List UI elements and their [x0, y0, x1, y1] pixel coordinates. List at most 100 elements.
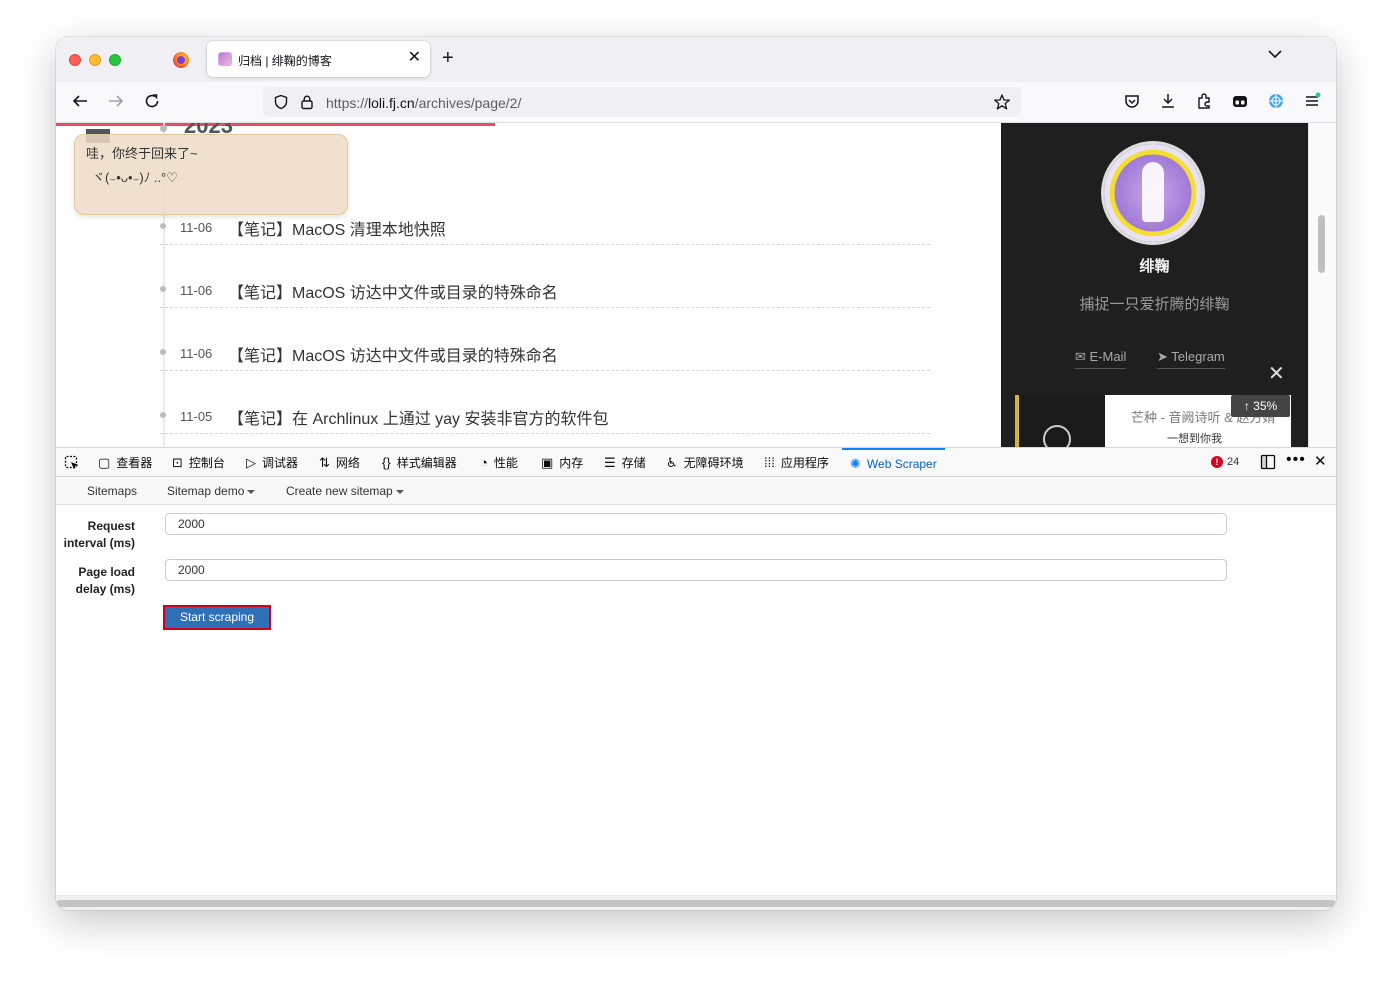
start-scraping-button[interactable]: Start scraping: [163, 605, 271, 630]
post-title-link[interactable]: 【笔记】MacOS 访达中文件或目录的特殊命名: [228, 342, 558, 366]
tab-web-scraper[interactable]: ✺ Web Scraper: [842, 448, 945, 477]
tab-style-editor[interactable]: {} 样式编辑器: [382, 448, 457, 477]
list-all-tabs-button[interactable]: [1268, 49, 1282, 59]
post-dot: [160, 223, 166, 229]
pocket-button[interactable]: [1123, 92, 1141, 110]
tab-network[interactable]: ⇅ 网络: [319, 448, 360, 477]
web-scraper-nav: Sitemaps Sitemap demo Create new sitemap: [56, 477, 1336, 505]
reload-icon: [145, 94, 159, 108]
maximize-window-button[interactable]: [109, 54, 121, 66]
telegram-link[interactable]: ➤ Telegram: [1157, 349, 1225, 369]
page-scrollbar[interactable]: [1308, 123, 1336, 447]
post-dot: [160, 349, 166, 355]
devtools-horizontal-scrollbar[interactable]: [56, 895, 1336, 910]
network-icon: ⇅: [319, 454, 330, 470]
close-window-button[interactable]: [69, 54, 81, 66]
hamburger-menu-icon: [1306, 92, 1321, 106]
more-options-icon[interactable]: •••: [1286, 452, 1306, 468]
telegram-icon: ➤: [1157, 349, 1172, 364]
year-dot: [160, 125, 167, 132]
back-button[interactable]: [71, 92, 89, 110]
tab-console[interactable]: ⊡ 控制台: [172, 448, 225, 477]
tab-memory[interactable]: ▣ 内存: [541, 448, 583, 477]
arrow-right-icon: [109, 95, 124, 107]
tab-title: 归档 | 绯鞠的博客: [238, 54, 332, 68]
navigation-toolbar: https://loli.fj.cn/archives/page/2/: [56, 82, 1336, 123]
post-title-link[interactable]: 【笔记】MacOS 访达中文件或目录的特殊命名: [228, 279, 558, 303]
spider-web-icon: [1269, 94, 1283, 108]
email-link[interactable]: ✉ E-Mail: [1075, 349, 1127, 369]
archive-post-item[interactable]: 11-06 【笔记】MacOS 访达中文件或目录的特殊命名: [160, 277, 930, 308]
tab-accessibility[interactable]: ♿ 无障碍环境: [666, 448, 744, 477]
scrape-form: Request interval (ms) 2000 Page load del…: [56, 505, 1336, 895]
minimize-window-button[interactable]: [89, 54, 101, 66]
request-interval-input[interactable]: 2000: [165, 513, 1227, 535]
forward-button[interactable]: [107, 92, 125, 110]
avatar: [1104, 144, 1202, 242]
web-scraper-extension-button[interactable]: [1267, 92, 1285, 110]
shield-icon[interactable]: [273, 94, 289, 110]
download-icon: [1162, 94, 1174, 108]
mascot-speech-bubble: 哇，你终于回来了~ ヾ(₋•ᴗ•₋)ﾉ ..°♡: [74, 134, 348, 215]
post-dot: [160, 412, 166, 418]
page-load-delay-input[interactable]: 2000: [165, 559, 1227, 581]
url-text[interactable]: https://loli.fj.cn/archives/page/2/: [326, 95, 521, 111]
new-tab-button[interactable]: +: [442, 48, 454, 68]
tab-close-icon[interactable]: ✕: [408, 49, 421, 67]
back-to-top-button[interactable]: ↑ 35%: [1231, 395, 1290, 417]
downloads-button[interactable]: [1159, 92, 1177, 110]
arrow-up-icon: ↑: [1243, 399, 1254, 413]
post-dot: [160, 286, 166, 292]
tab-debugger[interactable]: ▷ 调试器: [246, 448, 298, 477]
archive-post-item[interactable]: 11-06 【笔记】MacOS 清理本地快照: [160, 214, 930, 245]
bookmark-star-icon[interactable]: [993, 93, 1011, 111]
memory-chip-icon: ▣: [541, 454, 554, 470]
app-grid-icon: ⁞⁞⁞: [764, 455, 775, 470]
gauge-icon: ◔: [480, 455, 488, 470]
nav-sitemaps[interactable]: Sitemaps: [87, 484, 137, 498]
close-devtools-icon[interactable]: ✕: [1314, 454, 1327, 470]
pocket-icon: [1125, 95, 1139, 108]
post-date: 11-06: [180, 220, 213, 235]
url-bar[interactable]: https://loli.fj.cn/archives/page/2/: [263, 87, 1021, 117]
extensions-button[interactable]: [1195, 92, 1213, 110]
profile-name: 绯鞠: [1139, 258, 1170, 275]
error-icon: !: [1211, 456, 1223, 468]
lock-icon[interactable]: [300, 94, 314, 110]
dock-side-icon: [1260, 454, 1276, 470]
album-cover: [1015, 395, 1105, 447]
accessibility-icon: ♿: [666, 454, 678, 470]
nav-sitemap-demo-dropdown[interactable]: Sitemap demo: [167, 484, 256, 498]
archive-post-item[interactable]: 11-05 【笔记】在 Archlinux 上通过 yay 安装非官方的软件包: [160, 403, 930, 434]
tab-application[interactable]: ⁞⁞⁞ 应用程序: [764, 448, 829, 477]
app-menu-button[interactable]: [1303, 92, 1321, 110]
archive-post-item[interactable]: 11-06 【笔记】MacOS 访达中文件或目录的特殊命名: [160, 340, 930, 371]
spider-web-icon: ✺: [850, 455, 861, 471]
tab-performance[interactable]: ◔ 性能: [480, 448, 518, 477]
braces-icon: {}: [382, 455, 391, 470]
post-title-link[interactable]: 【笔记】MacOS 清理本地快照: [228, 216, 446, 240]
horizontal-scrollbar-thumb[interactable]: [56, 900, 1336, 907]
element-picker-icon: [64, 455, 79, 469]
devtools-toolbar: ▢ 查看器 ⊡ 控制台 ▷ 调试器 ⇅ 网络 {} 样式编辑器 ◔ 性能 ▣ 内存 ☰ 存储 ♿…: [56, 447, 1336, 477]
firefox-view-icon[interactable]: [173, 52, 189, 68]
tab-favicon-icon: [218, 52, 232, 66]
reading-progress-bar: [56, 123, 495, 126]
extension-icon: [1233, 96, 1247, 107]
storage-icon: ☰: [604, 454, 616, 470]
console-icon: ⊡: [172, 454, 183, 470]
tab-storage[interactable]: ☰ 存储: [604, 448, 646, 477]
responsive-design-button[interactable]: [1260, 454, 1276, 470]
browser-tab-active[interactable]: 归档 | 绯鞠的博客 ✕: [207, 41, 430, 77]
reload-button[interactable]: [143, 92, 161, 110]
tab-inspector[interactable]: ▢ 查看器: [98, 448, 152, 477]
post-title-link[interactable]: 【笔记】在 Archlinux 上通过 yay 安装非官方的软件包: [228, 405, 609, 429]
element-picker-button[interactable]: [64, 448, 80, 477]
post-date: 11-06: [180, 283, 213, 298]
error-count-badge[interactable]: ! 24: [1211, 456, 1239, 468]
nav-create-sitemap-dropdown[interactable]: Create new sitemap: [286, 484, 404, 498]
close-icon[interactable]: ✕: [1268, 364, 1285, 384]
page-scrollbar-thumb[interactable]: [1318, 215, 1325, 273]
page-load-delay-label: Page load delay (ms): [75, 565, 135, 596]
extension-tab-button[interactable]: [1231, 92, 1249, 110]
